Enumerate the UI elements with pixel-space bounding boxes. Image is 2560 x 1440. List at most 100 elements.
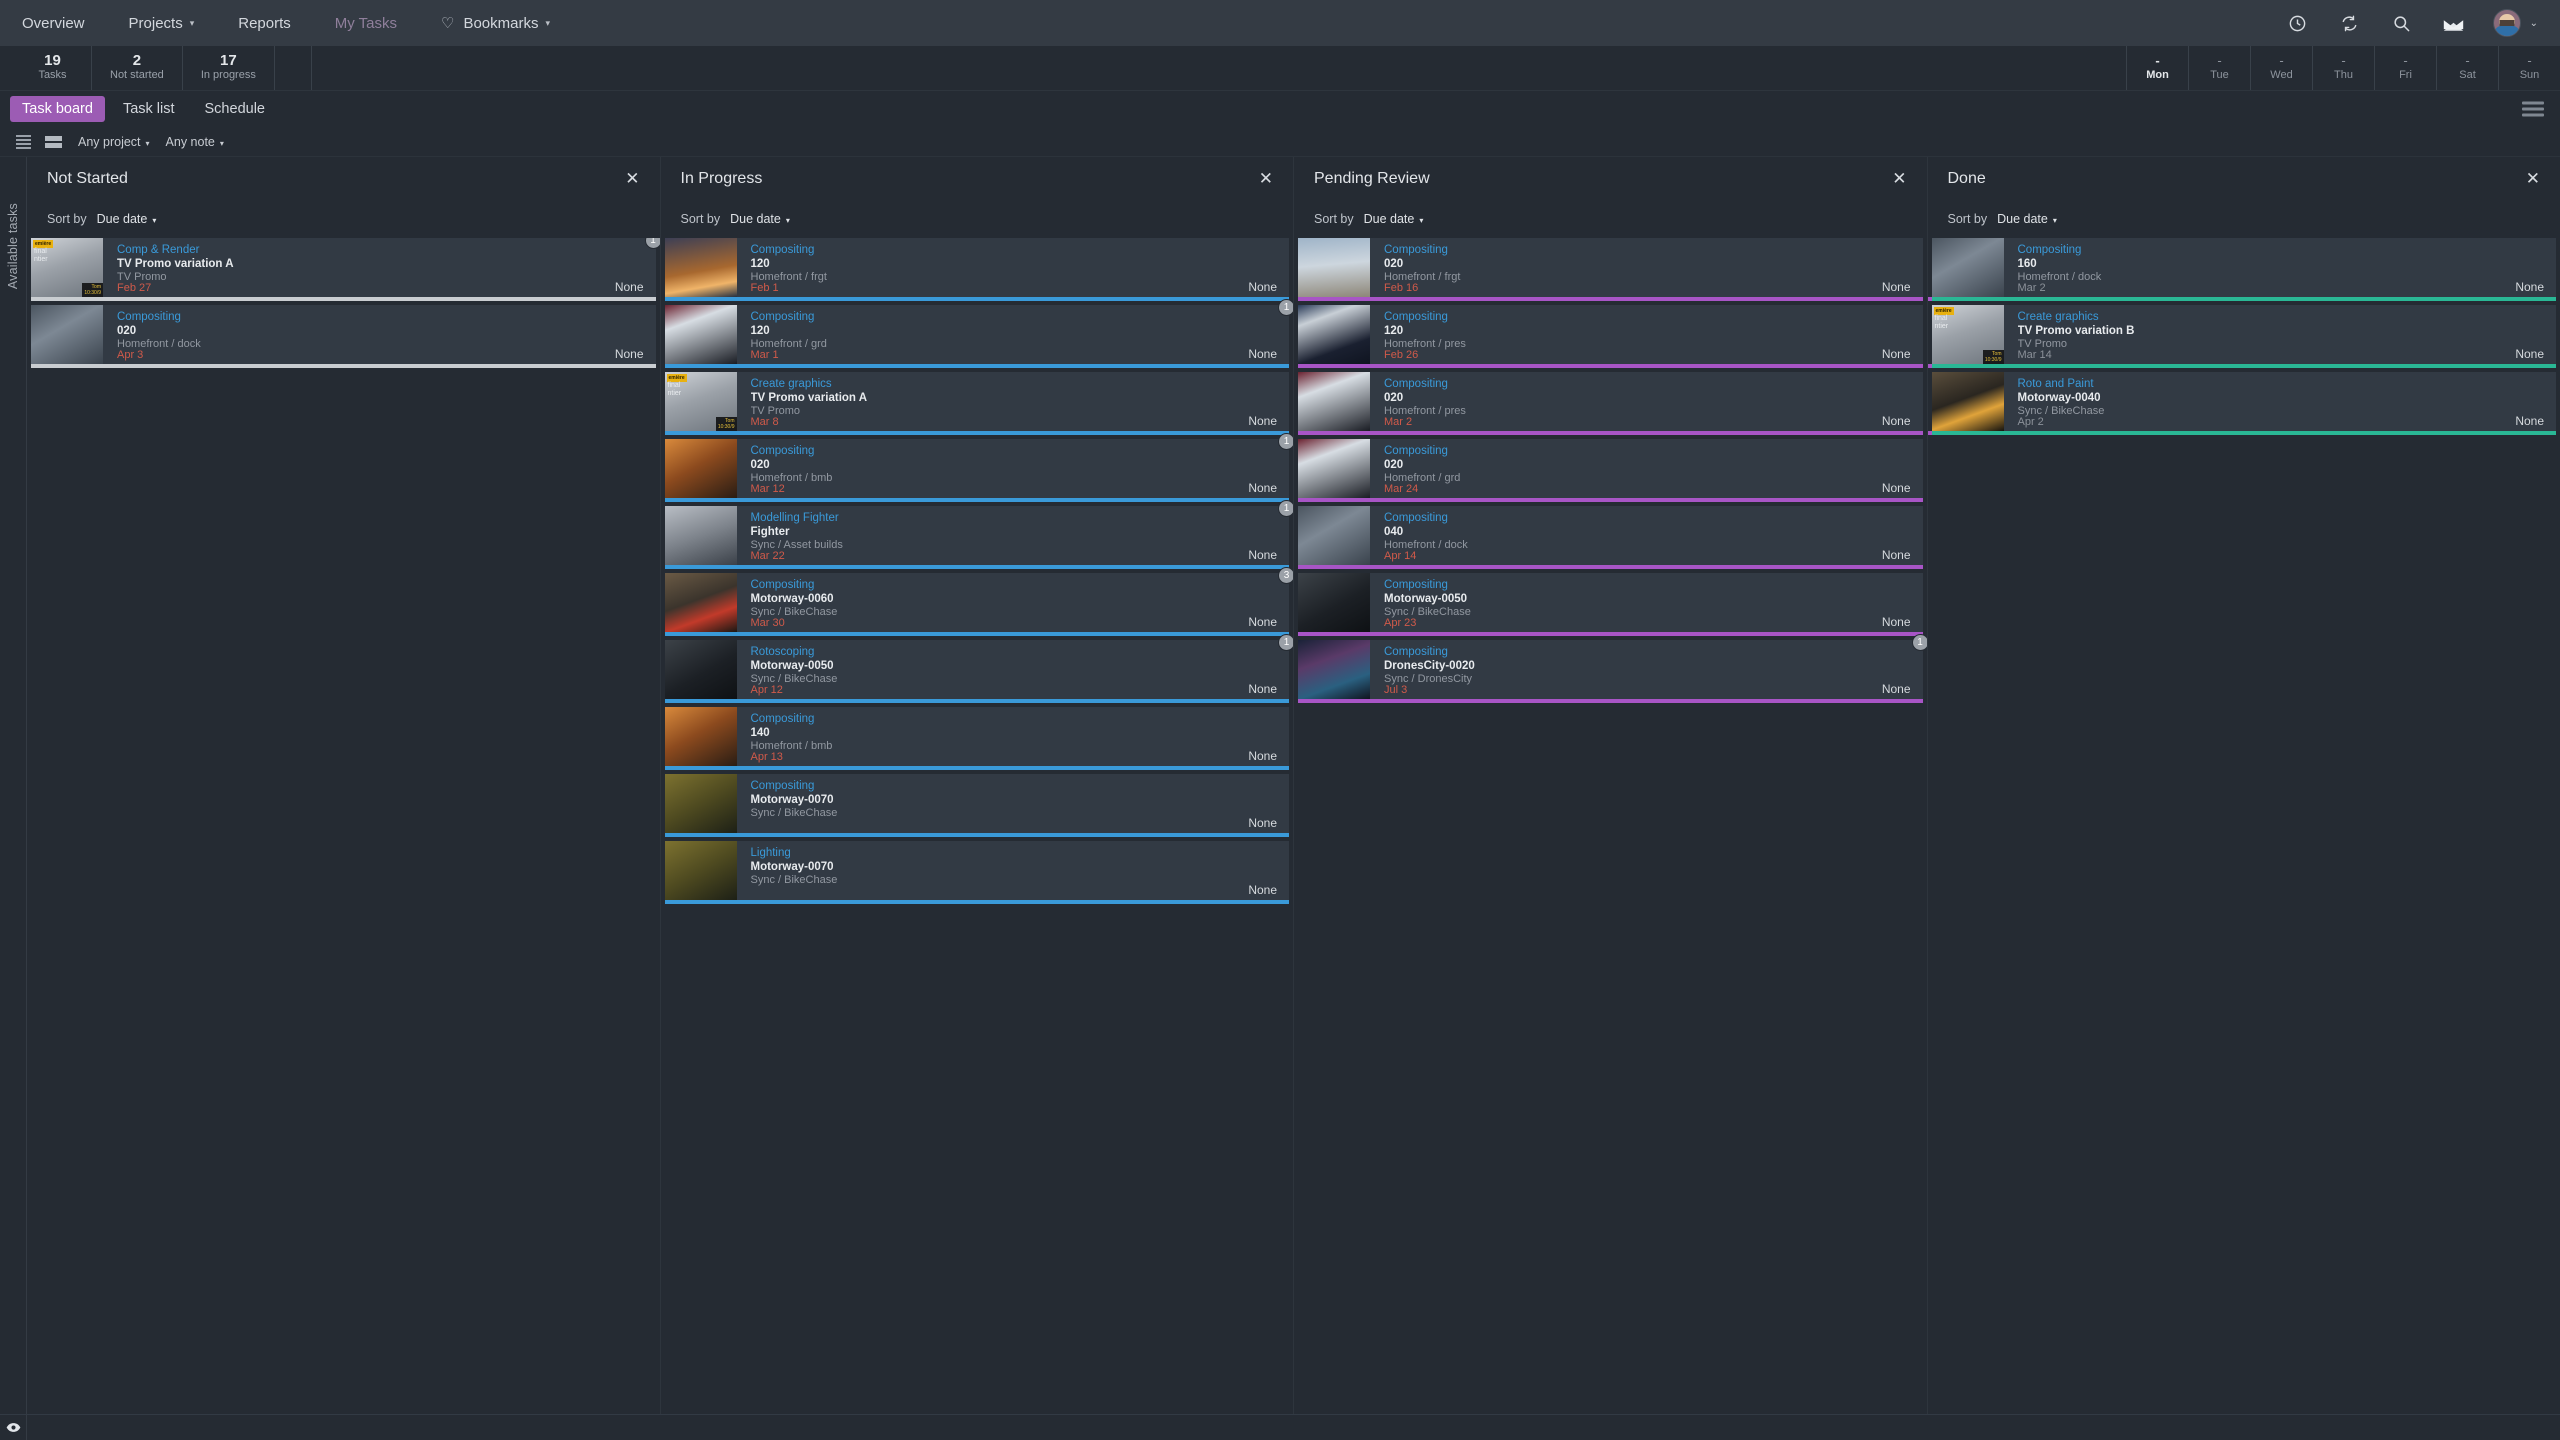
task-card-inner[interactable]: emière final ntier Tom 10:30/9 Create graphic… xyxy=(1927,305,2556,368)
sort-by-value[interactable]: Due date ▾ xyxy=(97,212,157,226)
tab-schedule[interactable]: Schedule xyxy=(193,96,277,122)
filter-any-note[interactable]: Any note ▾ xyxy=(158,133,232,151)
task-status-bar xyxy=(664,699,1289,703)
task-card[interactable]: Compositing 140 Homefront / bmb Apr 13 None xyxy=(664,707,1289,770)
weekday-label: Fri xyxy=(2399,69,2412,81)
task-card[interactable]: Compositing DronesCity-0020 Sync / DronesC… xyxy=(1298,634,1927,703)
sort-by-value[interactable]: Due date ▾ xyxy=(730,212,790,226)
task-card-inner[interactable]: Compositing 020 Homefront / frgt Feb 16 None xyxy=(1298,238,1923,301)
eye-icon[interactable] xyxy=(0,1415,27,1440)
task-card-inner[interactable]: Compositing 160 Homefront / dock Mar 2 None xyxy=(1927,238,2556,301)
stat-not-started[interactable]: 2 Not started xyxy=(92,46,183,90)
clock-icon[interactable] xyxy=(2285,10,2311,36)
nav-item-projects[interactable]: Projects ▾ xyxy=(107,0,217,46)
task-name: 120 xyxy=(1384,325,1404,337)
task-card[interactable]: Compositing 160 Homefront / dock Mar 2 None xyxy=(1927,238,2556,301)
list-view-icon[interactable] xyxy=(10,131,36,153)
available-tasks-rail[interactable]: Available tasks xyxy=(0,157,27,1414)
task-card-inner[interactable]: emière final ntier Tom 10:30/9 Comp & Render T… xyxy=(31,238,656,301)
task-card-inner[interactable]: Compositing 120 Homefront / frgt Feb 1 None xyxy=(664,238,1289,301)
close-icon[interactable]: ✕ xyxy=(2522,168,2544,189)
weekday-fri[interactable]: - Fri xyxy=(2374,46,2436,90)
task-card-inner[interactable]: Compositing Motorway-0070 Sync / BikeChase… xyxy=(664,774,1289,837)
task-card-inner[interactable]: Compositing 020 Homefront / bmb Mar 12 None xyxy=(664,439,1289,502)
task-card-inner[interactable]: Compositing 040 Homefront / dock Apr 14 None xyxy=(1298,506,1923,569)
task-card[interactable]: emière final ntier Tom 10:30/9 Create graphic… xyxy=(664,372,1289,435)
task-notification-badge[interactable]: 1 xyxy=(1278,433,1293,450)
task-due-date: Mar 1 xyxy=(750,349,779,361)
task-card-inner[interactable]: Compositing 020 Homefront / dock Apr 3 None xyxy=(31,305,656,368)
filter-any-project[interactable]: Any project ▾ xyxy=(70,133,158,151)
task-notification-badge[interactable]: 1 xyxy=(1278,299,1293,316)
task-card[interactable]: emière final ntier Tom 10:30/9 Comp & Render T… xyxy=(31,238,660,301)
task-card[interactable]: Compositing Motorway-0070 Sync / BikeChase… xyxy=(664,774,1289,837)
task-notification-badge[interactable]: 3 xyxy=(1278,567,1293,584)
task-card-body: Compositing Motorway-0050 Sync / BikeChase… xyxy=(1370,573,1923,632)
sync-icon[interactable] xyxy=(2337,10,2363,36)
task-card[interactable]: Compositing 020 Homefront / bmb Mar 12 None 1 xyxy=(664,433,1293,502)
task-card[interactable]: Modelling Fighter Fighter Sync / Asset bui… xyxy=(664,500,1293,569)
tab-task-list[interactable]: Task list xyxy=(111,96,187,122)
task-due-date: Mar 2 xyxy=(1384,416,1413,428)
task-card-inner[interactable]: Compositing 120 Homefront / pres Feb 26 None xyxy=(1298,305,1923,368)
task-card-inner[interactable]: Compositing 020 Homefront / grd Mar 24 None xyxy=(1298,439,1923,502)
tab-task-board[interactable]: Task board xyxy=(10,96,105,122)
task-card[interactable]: Compositing Motorway-0050 Sync / BikeChase… xyxy=(1298,573,1923,636)
weekday-thu[interactable]: - Thu xyxy=(2312,46,2374,90)
task-card-inner[interactable]: Compositing 140 Homefront / bmb Apr 13 None xyxy=(664,707,1289,770)
close-icon[interactable]: ✕ xyxy=(1888,168,1910,189)
nav-item-my-tasks[interactable]: My Tasks xyxy=(313,0,419,46)
weekday-sun[interactable]: - Sun xyxy=(2498,46,2560,90)
task-card[interactable]: Compositing 020 Homefront / pres Mar 2 None xyxy=(1298,372,1923,435)
nav-item-reports[interactable]: Reports xyxy=(216,0,313,46)
task-notification-badge[interactable]: 1 xyxy=(1278,634,1293,651)
task-card-inner[interactable]: emière final ntier Tom 10:30/9 Create graphic… xyxy=(664,372,1289,435)
task-card-footer: Feb 16 None xyxy=(1384,280,1911,294)
task-notification-badge[interactable]: 1 xyxy=(1278,500,1293,517)
task-card[interactable]: Compositing 020 Homefront / grd Mar 24 None xyxy=(1298,439,1923,502)
task-card[interactable]: Roto and Paint Motorway-0040 Sync / BikeCh… xyxy=(1927,372,2556,435)
weekday-wed[interactable]: - Wed xyxy=(2250,46,2312,90)
menu-icon[interactable] xyxy=(2522,101,2544,117)
weekday-tue[interactable]: - Tue xyxy=(2188,46,2250,90)
sort-by-value[interactable]: Due date ▾ xyxy=(1364,212,1424,226)
task-assignee: None xyxy=(1248,414,1277,428)
task-card-inner[interactable]: Lighting Motorway-0070 Sync / BikeChase Non… xyxy=(664,841,1289,904)
inbox-icon[interactable] xyxy=(2441,10,2467,36)
task-thumbnail: emière final ntier Tom 10:30/9 xyxy=(1931,305,2004,364)
stat-in-progress[interactable]: 17 In progress xyxy=(183,46,275,90)
stat-tasks[interactable]: 19 Tasks xyxy=(14,46,92,90)
task-card-inner[interactable]: Roto and Paint Motorway-0040 Sync / BikeCh… xyxy=(1927,372,2556,435)
task-card[interactable]: Compositing Motorway-0060 Sync / BikeChase… xyxy=(664,567,1293,636)
task-card-inner[interactable]: Modelling Fighter Fighter Sync / Asset bui… xyxy=(664,506,1289,569)
close-icon[interactable]: ✕ xyxy=(621,168,643,189)
task-notification-badge[interactable]: 1 xyxy=(1911,634,1927,651)
task-assignee: None xyxy=(1881,414,1911,428)
task-card[interactable]: Compositing 120 Homefront / pres Feb 26 None xyxy=(1298,305,1923,368)
weekday-sat[interactable]: - Sat xyxy=(2436,46,2498,90)
nav-item-bookmarks[interactable]: ♡ Bookmarks ▾ xyxy=(419,0,572,46)
task-card-inner[interactable]: Compositing Motorway-0060 Sync / BikeChase… xyxy=(664,573,1289,636)
task-card-inner[interactable]: Compositing 020 Homefront / pres Mar 2 None xyxy=(1298,372,1923,435)
task-assignee: None xyxy=(1248,347,1277,361)
task-card[interactable]: Rotoscoping Motorway-0050 Sync / BikeChase… xyxy=(664,634,1293,703)
task-card[interactable]: emière final ntier Tom 10:30/9 Create graphic… xyxy=(1927,305,2556,368)
sort-by-value[interactable]: Due date ▾ xyxy=(1997,212,2057,226)
search-icon[interactable] xyxy=(2389,10,2415,36)
task-card[interactable]: Compositing 120 Homefront / grd Mar 1 None 1 xyxy=(664,299,1293,368)
board-view-icon[interactable] xyxy=(40,131,66,153)
weekday-label: Mon xyxy=(2146,69,2169,81)
weekday-mon[interactable]: - Mon xyxy=(2126,46,2188,90)
task-card[interactable]: Compositing 120 Homefront / frgt Feb 1 None xyxy=(664,238,1289,301)
task-card[interactable]: Compositing 020 Homefront / frgt Feb 16 None xyxy=(1298,238,1923,301)
nav-item-overview[interactable]: Overview xyxy=(0,0,107,46)
task-card-inner[interactable]: Rotoscoping Motorway-0050 Sync / BikeChase… xyxy=(664,640,1289,703)
task-card[interactable]: Lighting Motorway-0070 Sync / BikeChase Non… xyxy=(664,841,1289,904)
task-card-inner[interactable]: Compositing Motorway-0050 Sync / BikeChase… xyxy=(1298,573,1923,636)
task-card-inner[interactable]: Compositing DronesCity-0020 Sync / DronesC… xyxy=(1298,640,1923,703)
close-icon[interactable]: ✕ xyxy=(1255,168,1277,189)
task-card-inner[interactable]: Compositing 120 Homefront / grd Mar 1 None xyxy=(664,305,1289,368)
task-card[interactable]: Compositing 040 Homefront / dock Apr 14 None xyxy=(1298,506,1923,569)
task-card[interactable]: Compositing 020 Homefront / dock Apr 3 None xyxy=(31,305,656,368)
user-menu[interactable]: ⌄ xyxy=(2492,9,2538,37)
